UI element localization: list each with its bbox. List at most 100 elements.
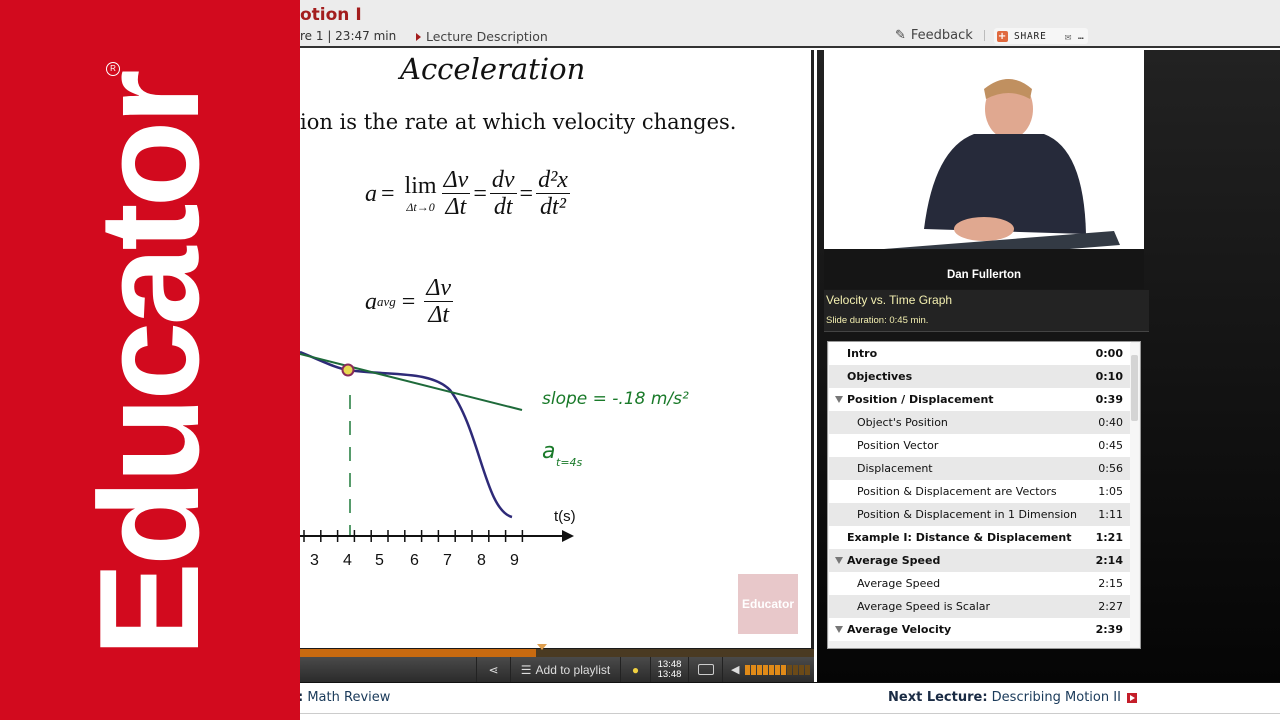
- share-video-button[interactable]: ⋖: [476, 657, 510, 682]
- toc-scrollbar[interactable]: [1130, 343, 1139, 647]
- toc-item-label: Position & Displacement are Vectors: [857, 485, 1057, 498]
- toc-item-label: Intro: [847, 347, 878, 360]
- presenter-name: Dan Fullerton: [946, 269, 1022, 281]
- toc-item-time: 1:21: [1095, 531, 1123, 544]
- registered-mark-icon: R: [106, 62, 120, 76]
- toc-item[interactable]: Position & Displacement are Vectors 1:05: [829, 480, 1131, 503]
- toc-item[interactable]: Position Vector 0:45: [829, 434, 1131, 457]
- toc-item[interactable]: Example I: Distance & Displacement 1:21: [829, 526, 1131, 549]
- lecture-description-label: Lecture Description: [426, 29, 548, 44]
- toc-item[interactable]: Average Speed 2:15: [829, 572, 1131, 595]
- slope-annotation: slope = -.18 m/s²: [542, 389, 689, 409]
- toc-item[interactable]: Object's Position 0:40: [829, 411, 1131, 434]
- fullscreen-icon: [697, 664, 714, 675]
- math-limit: lim Δt→0: [405, 173, 437, 215]
- math-fraction: dv dt: [489, 167, 517, 221]
- volume-bar: [781, 664, 787, 675]
- toc-item-time: 1:05: [1098, 485, 1123, 498]
- toc-item[interactable]: Average Speed is Scalar 2:27: [829, 595, 1131, 618]
- math-denominator: dt: [493, 194, 513, 221]
- math-equals: =: [381, 180, 395, 207]
- volume-bar: [805, 664, 811, 675]
- toc-item[interactable]: Intro 0:00: [829, 342, 1131, 365]
- feedback-button[interactable]: ✎ Feedback: [895, 28, 973, 43]
- mail-icon[interactable]: ✉: [1065, 30, 1072, 43]
- volume-bar: [787, 664, 793, 675]
- lecture-title: otion I: [300, 5, 362, 25]
- axis-tick-label: 6: [410, 552, 419, 569]
- toc-item-label: Displacement: [857, 462, 933, 475]
- brand-panel: Educator R: [0, 0, 300, 720]
- time-display: 13:48 13:48: [650, 657, 688, 682]
- toc-item[interactable]: Average Velocity 2:39: [829, 618, 1131, 641]
- expand-triangle-icon[interactable]: [835, 557, 843, 564]
- expand-triangle-icon[interactable]: [835, 396, 843, 403]
- math-equals: =: [519, 180, 534, 207]
- divider: [984, 30, 985, 41]
- play-icon[interactable]: [1126, 692, 1137, 703]
- next-lecture-title: Describing Motion II: [991, 690, 1121, 705]
- progress-bar[interactable]: [300, 644, 814, 657]
- volume-bar: [793, 664, 799, 675]
- average-acceleration-equation: a avg = Δv Δt: [365, 275, 456, 329]
- math-subscript: avg: [377, 294, 396, 310]
- toc-item-label: Object's Position: [857, 416, 948, 429]
- math-numerator: dv: [489, 167, 517, 195]
- share-button[interactable]: + SHARE ✉ …: [994, 28, 1088, 44]
- toc-item-label: Example I: Distance & Displacement: [847, 531, 1072, 544]
- toc-item-time: 0:45: [1098, 439, 1123, 452]
- more-icon[interactable]: …: [1078, 31, 1085, 42]
- math-fraction: d²x dt²: [536, 167, 570, 221]
- toc-item-time: 2:39: [1095, 623, 1123, 636]
- speaker-icon: ◀: [731, 664, 740, 676]
- math-numerator: Δv: [441, 167, 471, 195]
- lightbulb-button[interactable]: ●: [620, 657, 650, 682]
- toc-item-label: Average Speed: [857, 577, 941, 590]
- divider: [300, 713, 1280, 714]
- share-label: SHARE: [1014, 30, 1047, 42]
- volume-control[interactable]: ◀: [722, 657, 814, 682]
- toc-item[interactable]: Displacement 0:56: [829, 457, 1131, 480]
- math-lim: lim: [404, 173, 437, 200]
- previous-lecture-link[interactable]: : Math Review: [298, 690, 390, 705]
- share-icon: ⋖: [488, 662, 499, 677]
- lecture-page: otion I re 1 | 23:47 min Lecture Descrip…: [0, 0, 1280, 720]
- expand-triangle-icon[interactable]: [835, 626, 843, 633]
- progress-handle[interactable]: [537, 644, 548, 650]
- toc-item[interactable]: Position & Displacement in 1 Dimension 1:…: [829, 503, 1131, 526]
- toc-item[interactable]: Position / Displacement 0:39: [829, 388, 1131, 411]
- toc-item-label: Average Velocity: [847, 623, 952, 636]
- presenter-video[interactable]: Dan Fullerton: [824, 49, 1144, 289]
- axis-tick-label: 9: [510, 552, 519, 569]
- accel-annotation: a: [542, 439, 555, 464]
- table-of-contents: Intro 0:00 Objectives 0:10 Position / Displa…: [827, 341, 1141, 649]
- lecture-description-link[interactable]: Lecture Description: [416, 29, 548, 44]
- toc-item-time: 0:39: [1095, 393, 1123, 406]
- toc-item-label: Average Speed: [847, 554, 941, 567]
- toc-item-time: 1:11: [1098, 508, 1123, 521]
- add-to-playlist-button[interactable]: ☰ Add to playlist: [510, 657, 620, 682]
- lecture-meta: re 1 | 23:47 min: [300, 29, 397, 43]
- toc-item-time: 2:27: [1098, 600, 1123, 613]
- educator-watermark: Educator: [738, 574, 798, 634]
- volume-bar: [799, 664, 805, 675]
- progress-fill: [300, 649, 537, 657]
- toc-item[interactable]: Average Speed 2:14: [829, 549, 1131, 572]
- axis-tick-label: 5: [375, 552, 384, 569]
- scroll-thumb[interactable]: [1131, 355, 1138, 421]
- toc-list: Intro 0:00 Objectives 0:10 Position / Displa…: [828, 342, 1140, 641]
- math-lim-sub: Δt→0: [406, 200, 435, 215]
- volume-bar: [751, 664, 757, 675]
- toc-item[interactable]: Objectives 0:10: [829, 365, 1131, 388]
- plus-icon: +: [997, 30, 1008, 42]
- slide-info: Velocity vs. Time Graph Slide duration: …: [824, 290, 1149, 332]
- player-controls: ⋖ ☰ Add to playlist ● 13:48 13:48 ◀: [300, 644, 814, 682]
- feedback-label: Feedback: [910, 28, 973, 43]
- fullscreen-button[interactable]: [688, 657, 722, 682]
- axis-tick-label: 3: [310, 552, 319, 569]
- next-lecture-link[interactable]: Next Lecture: Describing Motion II: [888, 690, 1137, 705]
- toc-item-time: 0:56: [1098, 462, 1123, 475]
- accel-annotation-sub: t=4s: [556, 456, 583, 469]
- math-denominator: dt²: [540, 194, 566, 221]
- volume-slider[interactable]: [745, 664, 811, 675]
